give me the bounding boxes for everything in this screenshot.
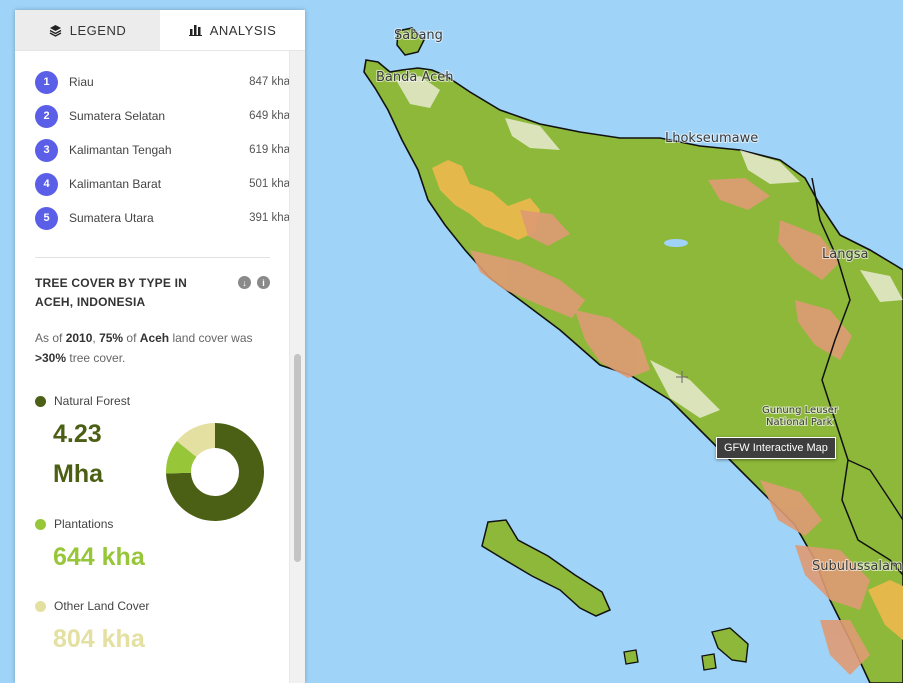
region-value: 391 kha [249, 212, 290, 224]
rank-badge: 1 [35, 70, 58, 94]
legend-swatch [35, 600, 46, 612]
lake [664, 239, 688, 247]
layers-icon [49, 24, 62, 37]
map-label-banda-aceh: Banda Aceh [376, 70, 454, 85]
sentence-text: land cover was [169, 331, 253, 345]
legend-swatch [35, 395, 46, 407]
bar-chart-icon [188, 25, 202, 36]
legend-text: Other Land Cover [54, 599, 150, 613]
widget-header: TREE COVER BY TYPE IN ACEH, INDONESIA ↓ … [15, 258, 290, 312]
map-label-subulussalam: Subulussalam [812, 559, 903, 574]
legend-label: Plantations [35, 517, 145, 531]
list-item: 3 Kalimantan Tengah 619 kha [35, 133, 290, 167]
list-item: 1 Riau 847 kha [35, 65, 290, 99]
region-value: 847 kha [249, 76, 290, 88]
legend-other-land: Other Land Cover 804 kha [35, 599, 149, 659]
list-item: 2 Sumatera Selatan 649 kha [35, 99, 290, 133]
rank-badge: 3 [35, 138, 58, 162]
map-tooltip: GFW Interactive Map [716, 437, 836, 459]
region-name: Sumatera Selatan [69, 109, 166, 123]
donut-chart [166, 423, 264, 521]
panel-content: 1 Riau 847 kha 2 Sumatera Selatan 649 kh… [15, 51, 290, 683]
info-icon[interactable]: i [257, 276, 270, 289]
sentence-text: tree cover. [66, 351, 126, 365]
side-panel: LEGEND ANALYSIS 1 Riau 847 kha 2 Sumater… [15, 10, 305, 683]
tab-legend-label: LEGEND [69, 22, 127, 38]
ranking-list: 1 Riau 847 kha 2 Sumatera Selatan 649 kh… [15, 51, 290, 235]
map-label-lhokseumawe: Lhokseumawe [665, 131, 758, 146]
region-name: Riau [69, 75, 94, 89]
legend-value: 644 kha [53, 543, 145, 571]
tab-legend[interactable]: LEGEND [15, 10, 160, 50]
widget-sentence: As of 2010, 75% of Aceh land cover was >… [15, 312, 290, 368]
region-name: Kalimantan Tengah [69, 143, 172, 157]
sentence-threshold: >30% [35, 351, 67, 365]
rank-badge: 5 [35, 206, 58, 230]
sentence-percent: 75% [99, 331, 124, 345]
rank-badge: 4 [35, 172, 58, 196]
tab-analysis[interactable]: ANALYSIS [160, 10, 305, 50]
list-item: 5 Sumatera Utara 391 kha [35, 201, 290, 235]
region-value: 649 kha [249, 110, 290, 122]
list-item: 4 Kalimantan Barat 501 kha [35, 167, 290, 201]
widget-title: TREE COVER BY TYPE IN ACEH, INDONESIA [35, 276, 188, 309]
map-label-langsa: Langsa [822, 247, 868, 262]
download-icon[interactable]: ↓ [238, 276, 251, 289]
map-label-national-park: National Park [766, 417, 833, 428]
panel-tabs: LEGEND ANALYSIS [15, 10, 305, 51]
region-name: Kalimantan Barat [69, 177, 162, 191]
scrollbar[interactable] [289, 51, 305, 683]
legend-natural-forest: Natural Forest 4.23 Mha [35, 394, 133, 494]
legend-value: 4.23 Mha [53, 420, 103, 488]
sentence-text: of [123, 331, 140, 345]
region-name: Sumatera Utara [69, 211, 154, 225]
sentence-text: As of [35, 331, 66, 345]
legend-plantations: Plantations 644 kha [35, 517, 145, 577]
map-label-gunung-leuser: Gunung Leuser [762, 405, 839, 416]
tab-analysis-label: ANALYSIS [209, 22, 277, 38]
legend-text: Plantations [54, 517, 114, 531]
legend-label: Natural Forest [35, 394, 133, 408]
region-value: 501 kha [249, 178, 290, 190]
sentence-year: 2010 [65, 331, 93, 345]
rank-badge: 2 [35, 104, 58, 128]
region-value: 619 kha [249, 144, 290, 156]
small-island-2 [701, 653, 717, 671]
legend-value: 804 kha [53, 625, 145, 653]
widget-actions: ↓ i [238, 274, 270, 312]
legend-label: Other Land Cover [35, 599, 149, 613]
sentence-region: Aceh [139, 331, 170, 345]
small-island [623, 649, 639, 665]
scrollbar-thumb[interactable] [294, 354, 301, 562]
map-label-sabang: Sabang [394, 28, 443, 43]
legend-swatch [35, 518, 46, 530]
legend-text: Natural Forest [54, 394, 131, 408]
